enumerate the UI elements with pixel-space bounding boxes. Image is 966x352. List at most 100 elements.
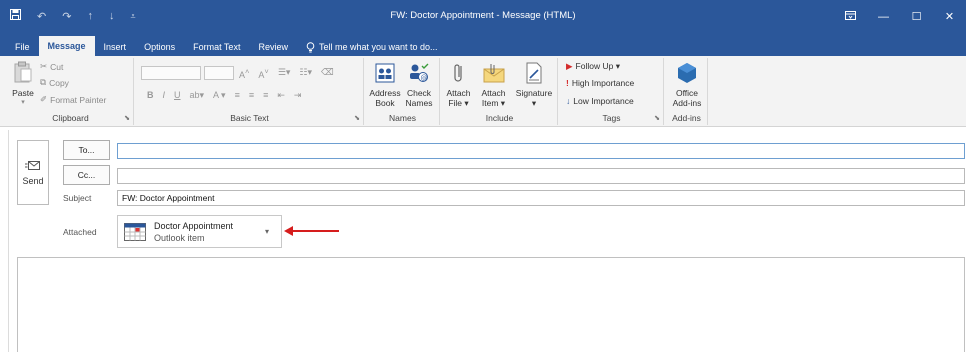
numbering-icon[interactable]: ☷▾ — [299, 67, 312, 80]
high-importance-button[interactable]: ! High Importance — [566, 78, 634, 88]
attachment-item[interactable]: Doctor Appointment Outlook item ▾ — [117, 215, 282, 248]
subject-field[interactable]: FW: Doctor Appointment — [117, 190, 965, 206]
copy-label: Copy — [49, 77, 69, 88]
office-addins-label-1: Office — [675, 88, 699, 98]
shrink-font-icon[interactable]: A˅ — [258, 67, 268, 80]
check-names-label-2: Names — [405, 98, 433, 108]
address-book-label-1: Address — [369, 88, 401, 98]
ribbon-display-options-icon[interactable] — [834, 0, 867, 34]
font-tools-row: A˄ A˅ ☰▾ ☷▾ ⌫ — [239, 67, 334, 80]
address-book-icon — [375, 60, 395, 86]
high-importance-label: High Importance — [571, 78, 635, 88]
copy-button[interactable]: ⧉ Copy — [40, 77, 69, 88]
follow-up-button[interactable]: ▶ Follow Up ▾ — [566, 61, 620, 72]
cc-field[interactable] — [117, 168, 965, 184]
low-importance-label: Low Importance — [573, 96, 634, 106]
send-button[interactable]: Send — [17, 140, 49, 205]
signature-button[interactable]: Signature ▾ — [512, 60, 556, 108]
highlight-icon[interactable]: ab▾ — [190, 90, 205, 101]
attach-item-label-1: Attach — [481, 88, 506, 98]
paste-icon — [14, 60, 32, 86]
maximize-icon[interactable]: ☐ — [900, 0, 933, 34]
close-icon[interactable]: ✕ — [933, 0, 966, 34]
follow-up-label: Follow Up ▾ — [575, 61, 620, 71]
office-addins-button[interactable]: Office Add-ins — [668, 60, 706, 108]
message-body[interactable] — [17, 257, 965, 352]
attachment-dropdown-icon[interactable]: ▾ — [265, 227, 269, 236]
align-right-icon[interactable]: ≡ — [263, 90, 268, 101]
font-name-select[interactable] — [141, 66, 201, 80]
paste-button[interactable]: Paste ▾ — [11, 60, 35, 108]
dialog-launcher-icon[interactable]: ⬊ — [654, 114, 660, 122]
italic-button[interactable]: I — [163, 90, 166, 101]
address-book-button[interactable]: Address Book — [368, 60, 402, 108]
basic-text-group-label: Basic Text — [230, 113, 269, 123]
paperclip-icon — [453, 60, 465, 86]
tell-me-text: Tell me what you want to do... — [318, 42, 438, 52]
tags-group: ▶ Follow Up ▾ ! High Importance ↓ Low Im… — [560, 58, 664, 125]
clipboard-group: Paste ▾ ✂ Cut ⧉ Copy ✐ Format Painter Cl… — [8, 58, 134, 125]
attach-file-button[interactable]: Attach File ▾ — [442, 60, 475, 108]
tab-format-text[interactable]: Format Text — [184, 38, 249, 56]
grow-font-icon[interactable]: A˄ — [239, 67, 249, 80]
clear-formatting-icon[interactable]: ⌫ — [321, 67, 334, 80]
bold-button[interactable]: B — [147, 90, 154, 101]
low-importance-button[interactable]: ↓ Low Importance — [566, 96, 634, 106]
down-arrow-icon: ↓ — [566, 96, 571, 106]
tab-file[interactable]: File — [6, 38, 39, 56]
send-envelope-icon — [25, 161, 40, 170]
cut-label: Cut — [50, 61, 64, 72]
tags-group-label: Tags — [602, 113, 621, 123]
scissors-icon: ✂ — [40, 61, 48, 71]
attach-item-button[interactable]: Attach Item ▾ — [477, 60, 510, 108]
to-field[interactable] — [117, 143, 965, 159]
attach-item-icon — [483, 60, 505, 86]
tab-insert[interactable]: Insert — [95, 38, 136, 56]
exclamation-icon: ! — [566, 78, 569, 88]
signature-label-1: Signature — [515, 88, 553, 98]
lightbulb-icon — [306, 41, 315, 52]
minimize-icon[interactable]: — — [867, 0, 900, 34]
address-book-label-2: Book — [375, 98, 395, 108]
font-size-select[interactable] — [204, 66, 234, 80]
office-addins-label-2: Add-ins — [672, 98, 702, 108]
format-painter-button[interactable]: ✐ Format Painter — [40, 94, 106, 105]
cc-button[interactable]: Cc... — [63, 165, 110, 185]
signature-label-2: ▾ — [531, 98, 537, 108]
names-group-label: Names — [389, 113, 416, 123]
dialog-launcher-icon[interactable]: ⬊ — [124, 114, 130, 122]
send-label: Send — [22, 176, 44, 186]
font-color-icon[interactable]: A ▾ — [213, 90, 226, 101]
dialog-launcher-icon[interactable]: ⬊ — [354, 114, 360, 122]
include-group: Attach File ▾ Attach Item ▾ Signature ▾ … — [442, 58, 558, 125]
tab-message[interactable]: Message — [38, 36, 95, 56]
attached-label: Attached — [63, 227, 97, 237]
red-flag-icon: ▶ — [566, 61, 573, 71]
attachment-name: Doctor Appointment — [154, 221, 234, 231]
names-group: Address Book @ Check Names Names — [366, 58, 440, 125]
check-names-button[interactable]: @ Check Names — [402, 60, 436, 108]
decrease-indent-icon[interactable]: ⇤ — [277, 90, 285, 101]
format-row: B I U ab▾ A ▾ ≡ ≡ ≡ ⇤ ⇥ — [147, 90, 301, 101]
subject-label: Subject — [63, 193, 92, 203]
attach-file-label-2: File ▾ — [448, 98, 469, 108]
window-title: FW: Doctor Appointment - Message (HTML) — [390, 10, 576, 21]
align-center-icon[interactable]: ≡ — [249, 90, 254, 101]
align-left-icon[interactable]: ≡ — [235, 90, 240, 101]
tab-options[interactable]: Options — [135, 38, 184, 56]
underline-button[interactable]: U — [174, 90, 181, 101]
attach-item-label-2: Item ▾ — [481, 98, 506, 108]
tab-review[interactable]: Review — [249, 38, 297, 56]
to-button[interactable]: To... — [63, 140, 110, 160]
increase-indent-icon[interactable]: ⇥ — [294, 90, 302, 101]
bullets-icon[interactable]: ☰▾ — [278, 67, 291, 80]
office-addins-icon — [677, 60, 697, 86]
cut-button[interactable]: ✂ Cut — [40, 61, 63, 72]
copy-icon: ⧉ — [40, 77, 47, 87]
attach-file-label-1: Attach — [446, 88, 471, 98]
title-bar: ↶ ↷ ↑ ↓ ⩡ FW: Doctor Appointment - Messa… — [0, 0, 966, 34]
calendar-icon — [124, 223, 146, 243]
check-names-icon: @ — [408, 60, 430, 86]
signature-icon — [524, 60, 544, 86]
tell-me-search[interactable]: Tell me what you want to do... — [297, 38, 447, 56]
